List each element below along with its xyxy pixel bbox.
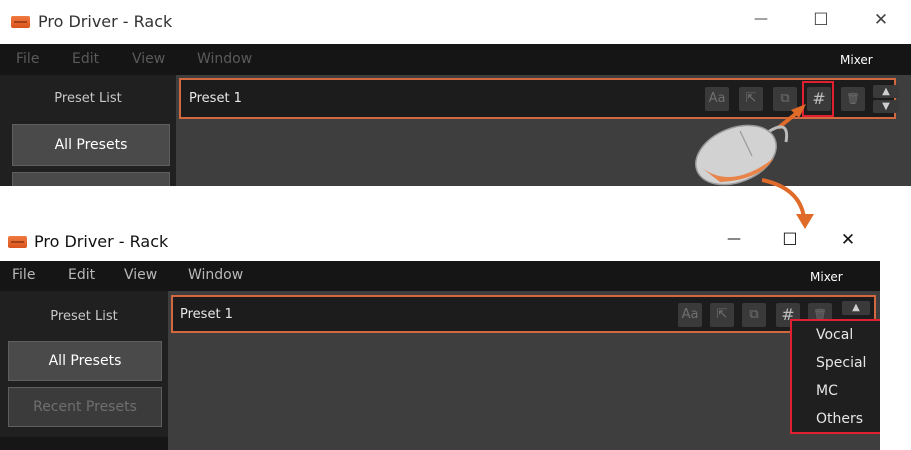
click-arrow-icon [776, 104, 806, 130]
transition-arrow-icon [761, 178, 814, 229]
annotation-overlay [695, 104, 814, 229]
